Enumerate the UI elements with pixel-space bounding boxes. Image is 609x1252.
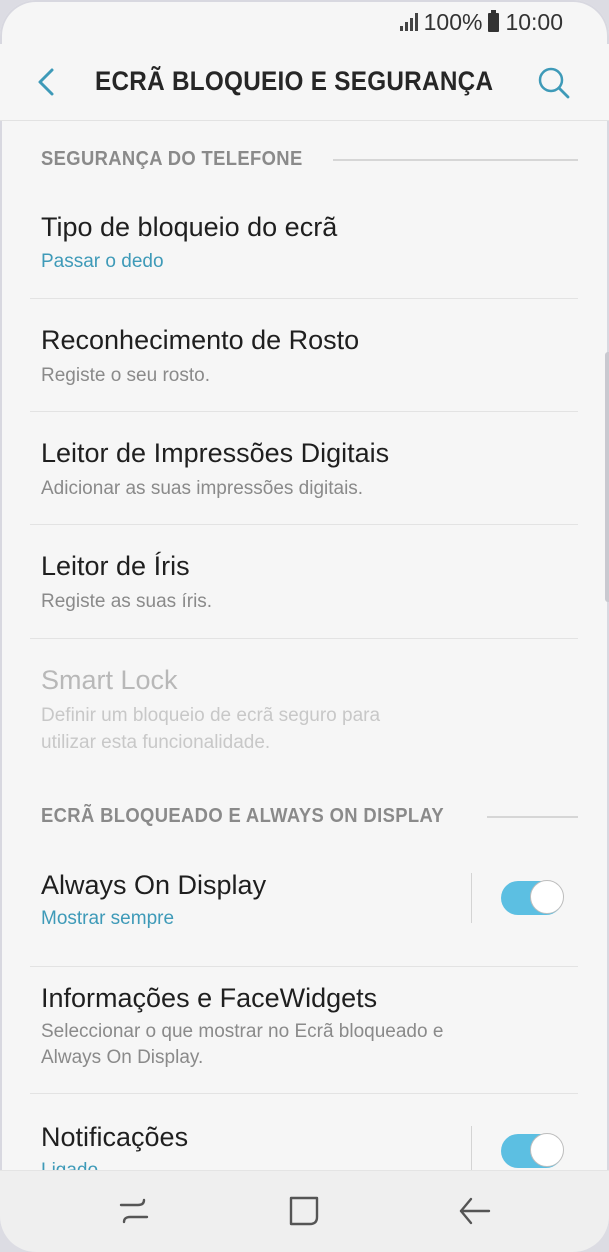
page-title: ECRÃ BLOQUEIO E SEGURANÇA <box>95 66 494 96</box>
home-icon <box>289 1196 319 1226</box>
back-icon <box>459 1197 491 1225</box>
setting-screen-lock-type[interactable]: Tipo de bloqueio do ecrã Passar o dedo <box>30 198 578 298</box>
toggle-knob <box>530 1133 564 1167</box>
back-button[interactable] <box>30 64 66 100</box>
search-icon <box>538 67 570 99</box>
setting-subtitle: Registe as suas íris. <box>41 591 213 612</box>
side-scroll-indicator <box>605 352 609 602</box>
setting-always-on-display[interactable]: Always On Display Mostrar sempre <box>30 852 578 952</box>
setting-notifications[interactable]: Notificações Ligado <box>30 1094 578 1170</box>
status-bar: 100% 10:00 <box>0 0 609 44</box>
setting-subtitle: Registe o seu rosto. <box>41 365 210 386</box>
setting-info-facewidgets[interactable]: Informações e FaceWidgets Seleccionar o … <box>30 967 578 1093</box>
vertical-separator <box>471 1126 472 1170</box>
app-header: ECRÃ BLOQUEIO E SEGURANÇA <box>0 44 609 121</box>
setting-subtitle: Mostrar sempre <box>41 908 175 929</box>
phone-screen: 100% 10:00 ECRÃ BLOQUEIO E SEGURANÇA SEG… <box>0 0 609 1252</box>
setting-fingerprint-scanner[interactable]: Leitor de Impressões Digitais Adicionar … <box>30 412 578 524</box>
section-header-lock-screen-aod: ECRÃ BLOQUEADO E ALWAYS ON DISPLAY <box>41 805 578 828</box>
setting-subtitle: Ligado <box>41 1157 98 1170</box>
setting-title: Tipo de bloqueio do ecrã <box>41 212 338 242</box>
setting-subtitle-line1: Seleccionar o que mostrar no Ecrã bloque… <box>41 1021 444 1042</box>
setting-subtitle: Adicionar as suas impressões digitais. <box>41 478 364 499</box>
section-header-phone-security: SEGURANÇA DO TELEFONE <box>41 148 578 171</box>
back-nav-button[interactable] <box>455 1191 495 1231</box>
section-title: SEGURANÇA DO TELEFONE <box>41 148 303 170</box>
always-on-display-toggle[interactable] <box>501 880 564 915</box>
recent-apps-icon <box>119 1198 149 1224</box>
setting-subtitle: Passar o dedo <box>41 251 164 272</box>
toggle-knob <box>530 880 564 914</box>
section-divider <box>487 815 578 818</box>
setting-title: Leitor de Impressões Digitais <box>41 438 390 468</box>
setting-smart-lock: Smart Lock Definir um bloqueio de ecrã s… <box>30 639 578 769</box>
setting-iris-scanner[interactable]: Leitor de Íris Registe as suas íris. <box>30 525 578 638</box>
setting-title: Informações e FaceWidgets <box>41 983 378 1013</box>
search-button[interactable] <box>535 64 573 102</box>
section-title: ECRÃ BLOQUEADO E ALWAYS ON DISPLAY <box>41 805 445 827</box>
clock: 10:00 <box>505 8 563 35</box>
signal-icon <box>399 13 418 31</box>
back-arrow-icon <box>38 68 54 96</box>
setting-face-recognition[interactable]: Reconhecimento de Rosto Registe o seu ro… <box>30 299 578 411</box>
battery-percent: 100% <box>423 8 483 35</box>
setting-title: Smart Lock <box>41 665 178 695</box>
setting-title: Reconhecimento de Rosto <box>41 325 360 355</box>
navigation-bar <box>0 1170 609 1252</box>
setting-subtitle-line1: Definir um bloqueio de ecrã seguro para <box>41 705 381 726</box>
setting-title: Notificações <box>41 1122 189 1152</box>
setting-title: Leitor de Íris <box>41 551 190 581</box>
battery-icon <box>488 9 500 32</box>
section-divider <box>333 158 578 161</box>
home-button[interactable] <box>284 1191 324 1231</box>
setting-subtitle-line2: Always On Display. <box>41 1047 204 1068</box>
setting-title: Always On Display <box>41 870 267 900</box>
recent-apps-button[interactable] <box>114 1191 154 1231</box>
vertical-separator <box>471 873 472 923</box>
notifications-toggle[interactable] <box>501 1133 564 1168</box>
setting-subtitle-line2: utilizar esta funcionalidade. <box>41 732 271 753</box>
